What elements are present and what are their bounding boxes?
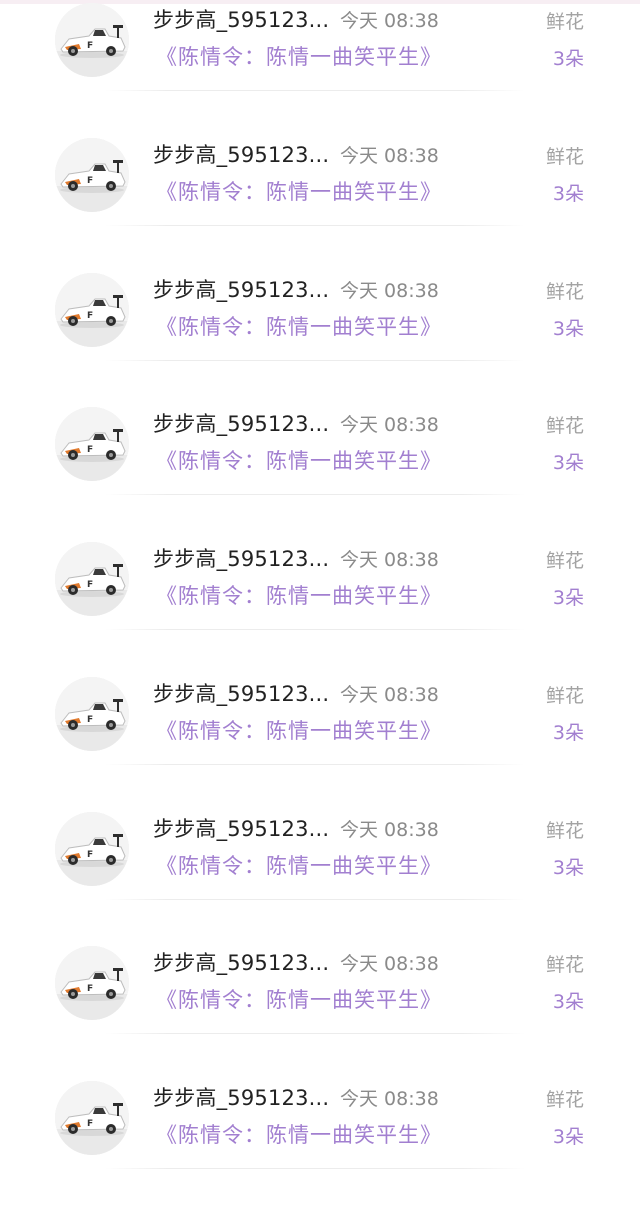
timestamp: 今天 08:38 [340,953,439,976]
book-title-link[interactable]: 《陈情令：陈情一曲笑平生》 [156,311,442,341]
gift-record-row[interactable]: F 步步高_595123... 今天 08:38 《陈情令：陈情一曲笑平生》 鲜… [0,668,640,802]
timestamp: 今天 08:38 [340,1088,439,1110]
row-divider [105,898,525,900]
book-title-link[interactable]: 《陈情令：陈情一曲笑平生》 [156,445,442,475]
race-car-avatar-icon[interactable]: F [55,946,129,1021]
gift-record-row[interactable]: F 步步高_595123... 今天 08:38 《陈情令：陈情一曲笑平生》 鲜… [0,398,640,532]
gift-type-label: 鲜花 [545,1089,584,1111]
gift-record-row[interactable]: F 步步高_595123... 今天 08:38 《陈情令：陈情一曲笑平生》 鲜… [0,533,640,667]
row-divider [105,224,525,226]
race-car-avatar-icon[interactable]: F [55,272,129,347]
username[interactable]: 步步高_595123... [153,408,329,438]
gift-type-label: 鲜花 [545,550,584,572]
svg-text:F: F [87,311,93,321]
timestamp: 今天 08:38 [340,549,439,571]
svg-text:F: F [87,850,93,860]
svg-text:F: F [87,41,93,51]
row-divider [105,1168,525,1169]
gift-record-row[interactable]: F 步步高_595123... 今天 08:38 《陈情令：陈情一曲笑平生》 鲜… [0,0,640,128]
svg-text:F: F [87,1119,93,1129]
gift-count-label: 3朵 [552,587,584,609]
gift-count-label: 3朵 [552,1126,584,1148]
gift-count-label: 3朵 [552,452,584,475]
gift-type-label: 鲜花 [545,11,584,33]
gift-type-label: 鲜花 [545,684,584,707]
book-title-link[interactable]: 《陈情令：陈情一曲笑平生》 [156,1119,442,1149]
gift-count-label: 3朵 [552,317,584,340]
book-title-link[interactable]: 《陈情令：陈情一曲笑平生》 [156,715,442,745]
row-divider [105,90,525,91]
gift-count-label: 3朵 [552,991,584,1014]
race-car-avatar-icon[interactable]: F [55,407,129,482]
book-title-link[interactable]: 《陈情令：陈情一曲笑平生》 [156,176,442,206]
svg-text:F: F [87,580,93,590]
timestamp: 今天 08:38 [340,818,439,841]
svg-text:F: F [87,445,93,455]
svg-text:F: F [87,715,93,725]
race-car-avatar-icon[interactable]: F [55,137,129,212]
username[interactable]: 步步高_595123... [153,813,329,843]
gift-record-row[interactable]: F 步步高_595123... 今天 08:38 《陈情令：陈情一曲笑平生》 鲜… [0,1072,640,1206]
gift-record-row[interactable]: F 步步高_595123... 今天 08:38 《陈情令：陈情一曲笑平生》 鲜… [0,937,640,1071]
gift-record-row[interactable]: F 步步高_595123... 今天 08:38 《陈情令：陈情一曲笑平生》 鲜… [0,264,640,398]
book-title-link[interactable]: 《陈情令：陈情一曲笑平生》 [156,41,442,71]
gift-type-label: 鲜花 [545,819,584,842]
gift-type-label: 鲜花 [545,954,584,977]
gift-count-label: 3朵 [552,48,584,70]
timestamp: 今天 08:38 [340,279,439,302]
race-car-avatar-icon[interactable]: F [55,811,129,886]
gift-type-label: 鲜花 [545,280,584,303]
svg-text:F: F [87,176,93,186]
timestamp: 今天 08:38 [340,414,439,437]
username[interactable]: 步步高_595123... [153,947,329,977]
row-divider [105,359,525,361]
timestamp: 今天 08:38 [340,10,439,32]
row-divider [105,494,525,496]
svg-text:F: F [87,984,93,994]
username[interactable]: 步步高_595123... [153,678,329,708]
gift-type-label: 鲜花 [545,415,584,438]
username[interactable]: 步步高_595123... [153,543,329,573]
timestamp: 今天 08:38 [340,683,439,706]
timestamp: 今天 08:38 [340,144,439,167]
book-title-link[interactable]: 《陈情令：陈情一曲笑平生》 [156,850,442,880]
gift-count-label: 3朵 [552,182,584,205]
gift-count-label: 3朵 [552,721,584,744]
race-car-avatar-icon[interactable]: F [55,676,129,751]
username[interactable]: 步步高_595123... [153,4,329,34]
row-divider [105,629,525,630]
row-divider [105,763,525,765]
gift-type-label: 鲜花 [545,145,584,168]
gift-record-row[interactable]: F 步步高_595123... 今天 08:38 《陈情令：陈情一曲笑平生》 鲜… [0,129,640,263]
username[interactable]: 步步高_595123... [153,274,329,304]
book-title-link[interactable]: 《陈情令：陈情一曲笑平生》 [156,580,442,610]
book-title-link[interactable]: 《陈情令：陈情一曲笑平生》 [156,984,442,1014]
gift-count-label: 3朵 [552,856,584,879]
username[interactable]: 步步高_595123... [153,1082,329,1112]
row-divider [105,1033,525,1035]
race-car-avatar-icon[interactable]: F [55,542,129,616]
username[interactable]: 步步高_595123... [153,139,329,169]
gift-record-row[interactable]: F 步步高_595123... 今天 08:38 《陈情令：陈情一曲笑平生》 鲜… [0,803,640,937]
race-car-avatar-icon[interactable]: F [55,1081,129,1155]
race-car-avatar-icon[interactable]: F [55,3,129,77]
gift-record-list[interactable]: F 步步高_595123... 今天 08:38 《陈情令：陈情一曲笑平生》 鲜… [0,0,640,1169]
